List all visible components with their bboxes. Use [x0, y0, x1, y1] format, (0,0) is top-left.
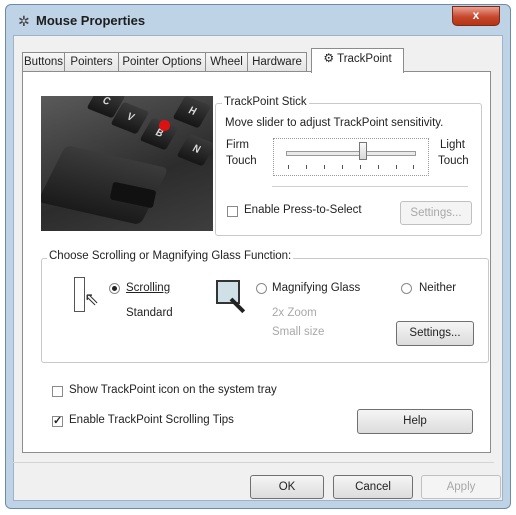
scrolling-mode-value: Standard: [126, 307, 173, 319]
scrolling-label: Scrolling: [126, 282, 171, 294]
slider-thumb[interactable]: [358, 142, 367, 160]
magnifying-glass-radio[interactable]: [256, 283, 267, 294]
tab-trackpoint[interactable]: ⚙ TrackPoint: [311, 48, 404, 73]
press-to-select-label: Enable Press-to-Select: [244, 204, 362, 216]
magnifying-zoom-value: 2x Zoom: [272, 307, 317, 319]
light-label-line1: Light: [440, 139, 465, 151]
firm-label-line2: Touch: [226, 155, 257, 167]
press-to-select-checkbox[interactable]: [227, 206, 238, 217]
show-icon-label: Show TrackPoint icon on the system tray: [69, 384, 277, 396]
close-button[interactable]: x: [452, 6, 500, 26]
tab-pointers[interactable]: Pointers: [64, 52, 119, 72]
slider-tick: [396, 165, 397, 169]
slider-tick: [413, 165, 414, 169]
group-separator: [272, 186, 468, 187]
mouse-icon: ✲: [18, 13, 30, 29]
magnifying-glass-label: Magnifying Glass: [272, 282, 361, 294]
touchpad-icon: [41, 144, 169, 226]
ok-button[interactable]: OK: [250, 475, 324, 499]
slider-tick: [306, 165, 307, 169]
pointer-cursor-icon: ⇖: [84, 289, 100, 309]
trackpoint-stick-icon: [159, 120, 170, 131]
scrolling-radio[interactable]: [109, 283, 120, 294]
slider-track: [286, 151, 416, 156]
scroll-function-group-label: Choose Scrolling or Magnifying Glass Fun…: [47, 250, 294, 262]
slider-tick: [378, 165, 379, 169]
slider-tick: [342, 165, 343, 169]
cancel-button[interactable]: Cancel: [333, 475, 413, 499]
slider-tick: [324, 165, 325, 169]
light-label-line2: Touch: [438, 155, 469, 167]
show-icon-checkbox[interactable]: [52, 386, 63, 397]
slider-tick: [360, 165, 361, 169]
tab-wheel[interactable]: Wheel: [205, 52, 248, 72]
stick-settings-button[interactable]: Settings...: [400, 201, 472, 225]
help-button[interactable]: Help: [357, 409, 473, 434]
scroll-tips-checkbox[interactable]: ✓: [52, 416, 63, 427]
magnifying-glass-icon: [216, 280, 240, 304]
trackpoint-tab-icon: ⚙: [323, 51, 335, 65]
tab-trackpoint-label: TrackPoint: [337, 53, 392, 65]
slider-tick: [288, 165, 289, 169]
magnifying-size-value: Small size: [272, 326, 325, 338]
sensitivity-slider[interactable]: [273, 138, 429, 176]
tab-pointer-options[interactable]: Pointer Options: [118, 52, 206, 72]
tab-hardware[interactable]: Hardware: [247, 52, 307, 72]
tab-buttons[interactable]: Buttons: [22, 52, 65, 72]
trackpoint-keyboard-image: C V B H N: [41, 96, 213, 231]
trackpoint-stick-group-label: TrackPoint Stick: [222, 96, 309, 108]
neither-radio[interactable]: [401, 283, 412, 294]
key-n: N: [176, 133, 213, 167]
title-bar[interactable]: ✲ Mouse Properties x: [6, 5, 510, 33]
scroll-function-group: [41, 258, 489, 363]
scroll-settings-button[interactable]: Settings...: [396, 321, 474, 346]
scroll-tips-label: Enable TrackPoint Scrolling Tips: [69, 414, 234, 426]
apply-button[interactable]: Apply: [421, 475, 501, 499]
window-title: Mouse Properties: [36, 13, 146, 28]
neither-label: Neither: [419, 282, 457, 294]
firm-label-line1: Firm: [226, 139, 249, 151]
key-h: H: [172, 96, 212, 129]
sensitivity-description: Move slider to adjust TrackPoint sensiti…: [225, 117, 444, 129]
footer-separator: [12, 462, 494, 463]
